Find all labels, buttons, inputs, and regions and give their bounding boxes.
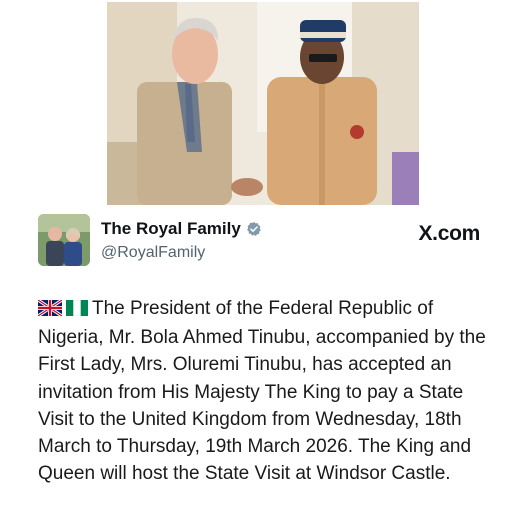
avatar[interactable] xyxy=(38,214,90,266)
post-header: The Royal Family @RoyalFamily X.com xyxy=(38,212,488,270)
post-photo[interactable] xyxy=(107,2,419,205)
display-name-row[interactable]: The Royal Family xyxy=(101,219,262,239)
verified-badge-icon xyxy=(246,221,262,237)
nigeria-flag-icon xyxy=(65,297,89,324)
display-name[interactable]: The Royal Family xyxy=(101,219,241,239)
source-label: X.com xyxy=(418,222,480,245)
uk-flag-icon xyxy=(37,297,63,324)
post-text-block: The President of the Federal Republic of… xyxy=(37,295,498,487)
account-handle[interactable]: @RoyalFamily xyxy=(101,242,262,264)
post-text: The President of the Federal Republic of… xyxy=(38,298,486,485)
